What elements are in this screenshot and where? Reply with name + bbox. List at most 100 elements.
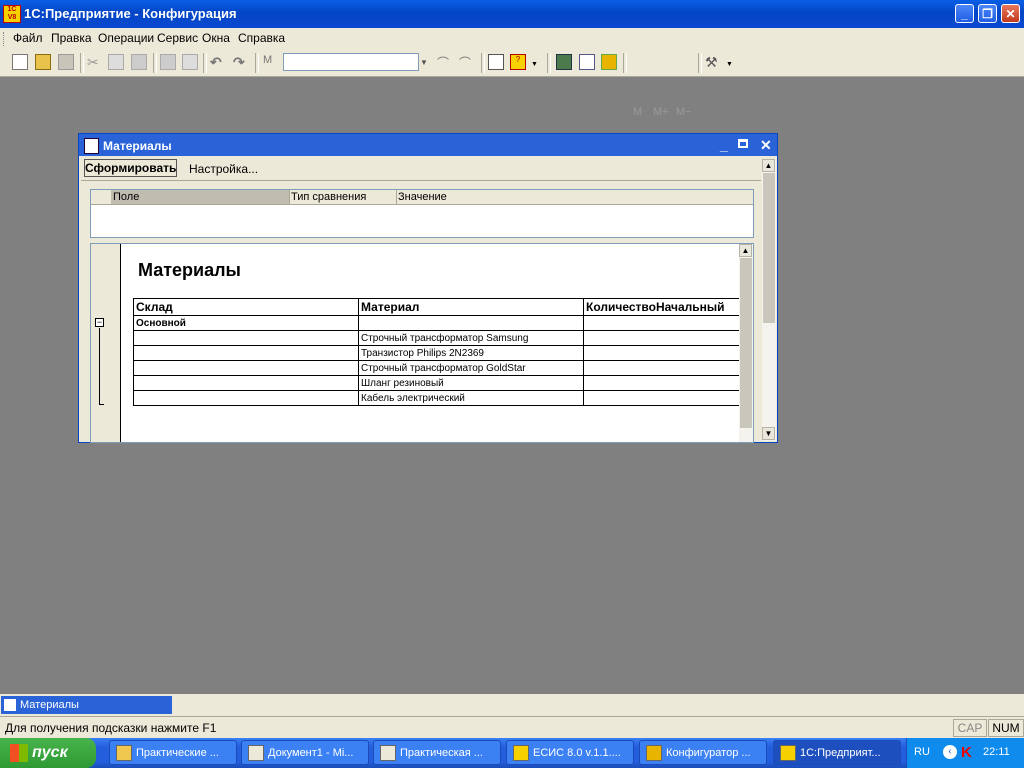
filter-grid-header: Поле Тип сравнения Значение: [91, 190, 753, 205]
taskbar: пуск Практические ... Документ1 - Mi... …: [0, 738, 1024, 768]
start-label: пуск: [32, 744, 68, 761]
memory-minus-button[interactable]: M−: [676, 106, 692, 118]
print-icon[interactable]: [160, 54, 176, 70]
header-quantity-start: КоличествоНачальный: [583, 298, 749, 316]
report-icon: [4, 699, 16, 712]
open-folder-icon[interactable]: [35, 54, 51, 70]
menu-edit[interactable]: Правка: [51, 31, 92, 45]
menu-service[interactable]: Сервис: [157, 31, 198, 45]
menu-operations[interactable]: Операции: [98, 31, 154, 45]
memory-plus-button[interactable]: M+: [653, 106, 669, 118]
close-button[interactable]: ✕: [1001, 4, 1020, 23]
window-vertical-scrollbar[interactable]: ▲ ▼: [762, 159, 776, 441]
calculator-icon[interactable]: [556, 54, 572, 70]
print-preview-icon[interactable]: [182, 54, 198, 70]
help-icon: [513, 745, 529, 762]
taskbar-item[interactable]: Практические ...: [109, 740, 237, 765]
minimize-button[interactable]: _: [955, 4, 974, 23]
materials-window-titlebar[interactable]: Материалы _ ✕: [79, 134, 777, 156]
taskbar-item-active[interactable]: 1С:Предприят...: [773, 740, 901, 765]
report-spreadsheet[interactable]: − Материалы Склад Материал КоличествоНач…: [90, 243, 754, 443]
scroll-up-icon[interactable]: ▲: [739, 244, 752, 257]
toolbar-separator: [623, 53, 627, 73]
report-icon: [84, 138, 99, 154]
window-minimize-button[interactable]: _: [720, 138, 728, 152]
configurator-icon: [646, 745, 662, 762]
window-maximize-button[interactable]: [738, 139, 748, 148]
status-hint: Для получения подсказки нажмите F1: [5, 721, 217, 735]
new-document-icon[interactable]: [12, 54, 28, 70]
copy-icon[interactable]: [108, 54, 124, 70]
1c-app-icon: 1C V8: [3, 5, 21, 23]
find-next-icon[interactable]: ⌒: [459, 54, 475, 70]
show-hidden-icons-icon[interactable]: ‹: [943, 745, 957, 759]
menu-windows[interactable]: Окна: [202, 31, 230, 45]
filter-col-value[interactable]: Значение: [398, 191, 447, 203]
grouping-gutter: −: [91, 244, 121, 442]
menu-help[interactable]: Справка: [238, 31, 285, 45]
settings-button[interactable]: Настройка...: [189, 162, 258, 176]
group-bracket-end: [99, 404, 104, 405]
filter-col-field[interactable]: Поле: [113, 191, 139, 203]
help-icon[interactable]: ?: [510, 54, 526, 70]
filter-col-comparison[interactable]: Тип сравнения: [291, 191, 366, 203]
generate-report-button[interactable]: Сформировать: [84, 159, 177, 177]
table-row: Строчный трансформатор GoldStar: [133, 360, 749, 376]
undo-icon[interactable]: ↶: [210, 54, 226, 70]
language-indicator[interactable]: RU: [914, 746, 930, 758]
material-cell: Шланг резиновый: [358, 375, 584, 391]
scroll-thumb[interactable]: [740, 258, 752, 428]
redo-icon[interactable]: ↷: [233, 54, 249, 70]
toolbar-divider: [81, 180, 761, 181]
filter-col-divider: [396, 190, 397, 204]
save-icon[interactable]: [58, 54, 74, 70]
taskbar-item[interactable]: Документ1 - Mi...: [241, 740, 369, 765]
toolbar-separator: [255, 53, 259, 73]
header-material: Материал: [358, 298, 584, 316]
windows-icon[interactable]: [488, 54, 504, 70]
tools-icon[interactable]: ⚒: [705, 54, 721, 70]
antivirus-icon[interactable]: K: [961, 744, 972, 761]
materials-window: Материалы _ ✕ Сформировать Настройка... …: [78, 133, 778, 443]
find-icon[interactable]: M: [263, 54, 279, 70]
scroll-up-icon[interactable]: ▲: [762, 159, 775, 172]
help-dropdown-icon[interactable]: ▼: [531, 61, 538, 68]
table-row: Транзистор Philips 2N2369: [133, 345, 749, 361]
combo-dropdown-icon[interactable]: ▼: [420, 58, 428, 67]
system-tray: RU ‹ K 22:11: [906, 738, 1024, 768]
report-title: Материалы: [138, 260, 241, 280]
find-prev-icon[interactable]: ⌒: [437, 54, 453, 70]
filter-grid[interactable]: Поле Тип сравнения Значение: [90, 189, 754, 238]
memory-m-button[interactable]: M: [633, 106, 642, 118]
taskbar-item[interactable]: Практическая ...: [373, 740, 501, 765]
restore-button[interactable]: ❐: [978, 4, 997, 23]
paste-icon[interactable]: [131, 54, 147, 70]
taskbar-item[interactable]: ЕСИС 8.0 v.1.1....: [506, 740, 634, 765]
app-title: 1С:Предприятие - Конфигурация: [24, 6, 237, 21]
toolbar-separator: [203, 53, 207, 73]
window-close-button[interactable]: ✕: [760, 138, 772, 152]
folder-icon: [116, 745, 132, 762]
start-button[interactable]: пуск: [0, 738, 96, 768]
windows-logo-icon: [10, 743, 28, 762]
calendar-icon[interactable]: [579, 54, 595, 70]
group-bracket-line: [99, 328, 100, 405]
app-title-bar[interactable]: 1C V8 1С:Предприятие - Конфигурация _ ❐ ✕: [0, 0, 1024, 28]
menu-file[interactable]: Файл: [13, 31, 43, 45]
taskbar-item[interactable]: Конфигуратор ...: [639, 740, 767, 765]
scroll-down-icon[interactable]: ▼: [762, 427, 775, 440]
collapse-group-icon[interactable]: −: [95, 318, 104, 327]
tools-dropdown-icon[interactable]: ▼: [726, 61, 733, 68]
toolbar-separator: [153, 53, 157, 73]
toolbar-separator: [547, 53, 551, 73]
cut-icon[interactable]: ✂: [87, 54, 103, 70]
window-tab-materials[interactable]: Материалы: [1, 696, 172, 714]
configurator-icon[interactable]: [601, 54, 617, 70]
taskbar-item-label: ЕСИС 8.0 v.1.1....: [533, 747, 621, 759]
report-vertical-scrollbar[interactable]: ▲: [739, 244, 753, 442]
filter-row-marker: [91, 190, 112, 204]
search-combo[interactable]: [283, 53, 419, 71]
header-warehouse: Склад: [133, 298, 359, 316]
scroll-thumb[interactable]: [763, 173, 775, 323]
material-cell: Строчный трансформатор GoldStar: [358, 360, 584, 376]
